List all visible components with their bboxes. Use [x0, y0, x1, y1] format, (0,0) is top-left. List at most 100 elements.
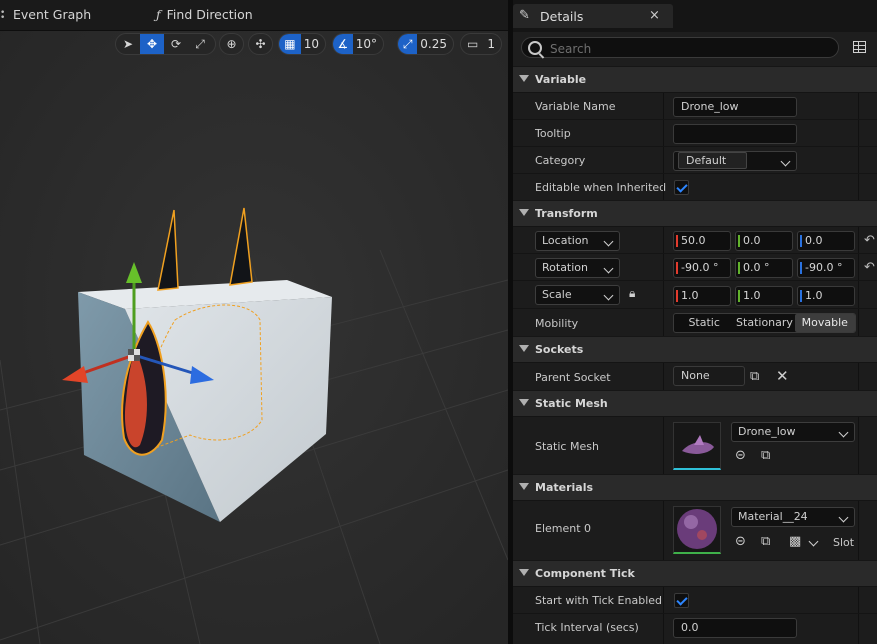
- collapse-arrow-icon: [519, 483, 529, 490]
- section-component-tick[interactable]: Component Tick: [513, 560, 877, 586]
- search-input[interactable]: [548, 39, 832, 58]
- location-z-input[interactable]: 0.0: [797, 231, 855, 251]
- camera-speed-group: ▭ 1: [460, 33, 502, 55]
- rotation-y-input[interactable]: 0.0 °: [735, 258, 793, 278]
- scale-snap-icon[interactable]: ⤢: [398, 34, 418, 54]
- level-viewport[interactable]: ➤ ✥ ⟳ ⤢ ⊕ ✣ ▦ 10 ∡ 10° ⤢ 0.25 ▭ 1: [0, 31, 508, 644]
- chevron-down-icon: [603, 290, 614, 301]
- details-tab-title: Details: [540, 9, 584, 24]
- scale-mode-dropdown[interactable]: Scale: [535, 285, 620, 305]
- lock-icon[interactable]: 🔒︎: [629, 286, 635, 301]
- camera-speed-icon[interactable]: ▭: [461, 34, 484, 54]
- chevron-down-icon: [838, 427, 849, 438]
- section-variable[interactable]: Variable: [513, 66, 877, 92]
- row-start-tick: Start with Tick Enabled: [513, 586, 877, 613]
- grid-snap-value[interactable]: 10: [301, 37, 325, 51]
- browse-asset-icon[interactable]: ⧉: [761, 448, 770, 463]
- mobility-stationary-option[interactable]: Stationary: [734, 314, 794, 332]
- parent-socket-field[interactable]: None: [673, 366, 745, 386]
- mesh-preview-icon: [682, 435, 714, 454]
- material-thumbnail[interactable]: [673, 506, 721, 554]
- mobility-static-option[interactable]: Static: [674, 314, 734, 332]
- rotate-mode-icon[interactable]: ⟳: [164, 34, 188, 54]
- row-parent-socket: Parent Socket None ⧉ ✕: [513, 362, 877, 390]
- rotation-x-input[interactable]: -90.0 °: [673, 258, 731, 278]
- scale-z-input[interactable]: 1.0: [797, 286, 855, 306]
- use-selected-icon[interactable]: ⊝: [735, 448, 746, 463]
- camera-speed-value[interactable]: 1: [484, 37, 501, 51]
- checker-icon[interactable]: ▩: [789, 534, 801, 549]
- grid-snap-group: ▦ 10: [278, 33, 326, 55]
- tooltip-input[interactable]: [673, 124, 797, 144]
- start-tick-checkbox[interactable]: [674, 593, 689, 608]
- move-mode-icon[interactable]: ✥: [140, 34, 164, 54]
- editable-inherited-checkbox[interactable]: [674, 180, 689, 195]
- reset-location-icon[interactable]: ↶: [864, 233, 875, 248]
- transform-tools-group: ➤ ✥ ⟳ ⤢: [115, 33, 216, 55]
- coordinate-system-group: ⊕: [219, 33, 244, 55]
- pencil-icon: ✎: [519, 8, 530, 23]
- rotation-mode-dropdown[interactable]: Rotation: [535, 258, 620, 278]
- material-sphere-icon: [677, 509, 717, 549]
- details-tab[interactable]: ✎ Details ×: [513, 4, 673, 28]
- tab-find-direction[interactable]: ƒ Find Direction: [156, 0, 253, 30]
- section-materials[interactable]: Materials: [513, 474, 877, 500]
- mobility-selector: Static Stationary Movable: [673, 313, 856, 333]
- grid-snap-icon[interactable]: ▦: [279, 34, 301, 54]
- collapse-arrow-icon: [519, 75, 529, 82]
- close-icon[interactable]: ×: [649, 8, 660, 23]
- material-dropdown[interactable]: Material__24: [731, 507, 855, 527]
- search-icon: [528, 41, 542, 55]
- reset-rotation-icon[interactable]: ↶: [864, 260, 875, 275]
- collapse-arrow-icon: [519, 569, 529, 576]
- rotation-snap-value[interactable]: 10°: [353, 37, 383, 51]
- mobility-movable-option[interactable]: Movable: [794, 314, 855, 332]
- location-mode-dropdown[interactable]: Location: [535, 231, 620, 251]
- chevron-down-icon[interactable]: [808, 536, 819, 547]
- browse-socket-icon[interactable]: ⧉: [750, 369, 759, 384]
- row-scale: Scale 🔒︎ 1.0 1.0 1.0: [513, 280, 877, 308]
- scale-snap-group: ⤢ 0.25: [397, 33, 454, 55]
- collapse-arrow-icon: [519, 345, 529, 352]
- tab-event-graph[interactable]: • • Event Graph: [0, 0, 91, 30]
- row-variable-name: Variable Name Drone_low: [513, 92, 877, 119]
- world-coordinates-icon[interactable]: ⊕: [220, 34, 243, 54]
- location-x-input[interactable]: 50.0: [673, 231, 731, 251]
- property-matrix-icon[interactable]: [853, 41, 866, 53]
- use-selected-icon[interactable]: ⊝: [735, 534, 746, 549]
- surface-snapping-icon[interactable]: ✣: [249, 34, 272, 54]
- chevron-down-icon: [603, 236, 614, 247]
- clear-icon[interactable]: ✕: [776, 367, 789, 385]
- location-y-input[interactable]: 0.0: [735, 231, 793, 251]
- rotation-z-input[interactable]: -90.0 °: [797, 258, 855, 278]
- row-category: Category Default: [513, 146, 877, 173]
- select-mode-icon[interactable]: ➤: [116, 34, 140, 54]
- scale-mode-icon[interactable]: ⤢: [188, 34, 212, 54]
- collapse-arrow-icon: [519, 399, 529, 406]
- row-tick-interval: Tick Interval (secs) 0.0: [513, 613, 877, 644]
- chevron-down-icon: [780, 156, 791, 167]
- section-static-mesh[interactable]: Static Mesh: [513, 390, 877, 416]
- tick-interval-input[interactable]: 0.0: [673, 618, 797, 638]
- row-location: Location 50.0 0.0 0.0 ↶: [513, 226, 877, 253]
- row-element-0: Element 0 Material__24 ⊝ ⧉ ▩ Slot: [513, 500, 877, 560]
- surface-snap-group: ✣: [248, 33, 273, 55]
- category-dropdown[interactable]: Default: [673, 151, 797, 171]
- section-transform[interactable]: Transform: [513, 200, 877, 226]
- static-mesh-thumbnail[interactable]: [673, 422, 721, 470]
- row-rotation: Rotation -90.0 ° 0.0 ° -90.0 ° ↶: [513, 253, 877, 280]
- section-sockets[interactable]: Sockets: [513, 336, 877, 362]
- browse-asset-icon[interactable]: ⧉: [761, 534, 770, 549]
- scale-snap-value[interactable]: 0.25: [417, 37, 453, 51]
- details-search: [521, 37, 839, 58]
- scale-x-input[interactable]: 1.0: [673, 286, 731, 306]
- rotation-snap-icon[interactable]: ∡: [333, 34, 353, 54]
- viewport-tab-bar: • • Event Graph ƒ Find Direction: [0, 0, 508, 31]
- collapse-arrow-icon: [519, 209, 529, 216]
- scale-y-input[interactable]: 1.0: [735, 286, 793, 306]
- viewport-scene: [0, 31, 508, 644]
- drag-handle-icon: • •: [0, 7, 6, 23]
- row-static-mesh: Static Mesh Drone_low ⊝ ⧉: [513, 416, 877, 474]
- variable-name-input[interactable]: Drone_low: [673, 97, 797, 117]
- static-mesh-dropdown[interactable]: Drone_low: [731, 422, 855, 442]
